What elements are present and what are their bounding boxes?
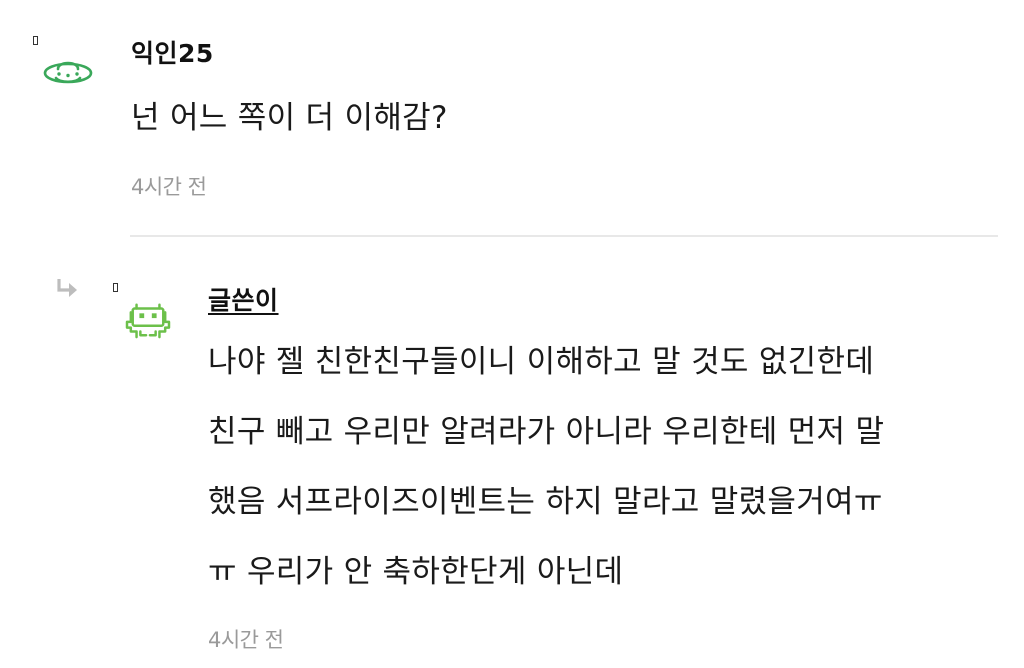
comment-timestamp: 4시간 전 <box>131 175 207 199</box>
select-checkbox[interactable] <box>113 283 118 292</box>
space-invader-icon <box>125 303 171 339</box>
comment-body-line: 했음 서프라이즈이벤트는 하지 말라고 말렸을거여ㅠ <box>208 484 883 520</box>
comment-body-line: 넌 어느 쪽이 더 이해감? <box>131 100 448 136</box>
ufo-icon <box>43 61 93 84</box>
reply-arrow-icon <box>57 279 77 297</box>
select-checkbox[interactable] <box>33 36 38 45</box>
comment-author-op[interactable]: 글쓴이 <box>208 281 279 317</box>
comment-timestamp: 4시간 전 <box>208 628 284 652</box>
comment-body-line: ㅠ 우리가 안 축하한단게 아닌데 <box>208 554 624 590</box>
comment-body-line: 나야 젤 친한친구들이니 이해하고 말 것도 없긴한데 <box>208 344 875 380</box>
comment-body: 나야 젤 친한친구들이니 이해하고 말 것도 없긴한데 친구 빼고 우리만 알려… <box>208 327 884 607</box>
comment-divider <box>130 235 998 237</box>
comment-body: 넌 어느 쪽이 더 이해감? <box>131 83 448 153</box>
comment-author[interactable]: 익인25 <box>131 34 214 70</box>
comment-body-line: 친구 빼고 우리만 알려라가 아니라 우리한테 먼저 말 <box>208 414 885 450</box>
